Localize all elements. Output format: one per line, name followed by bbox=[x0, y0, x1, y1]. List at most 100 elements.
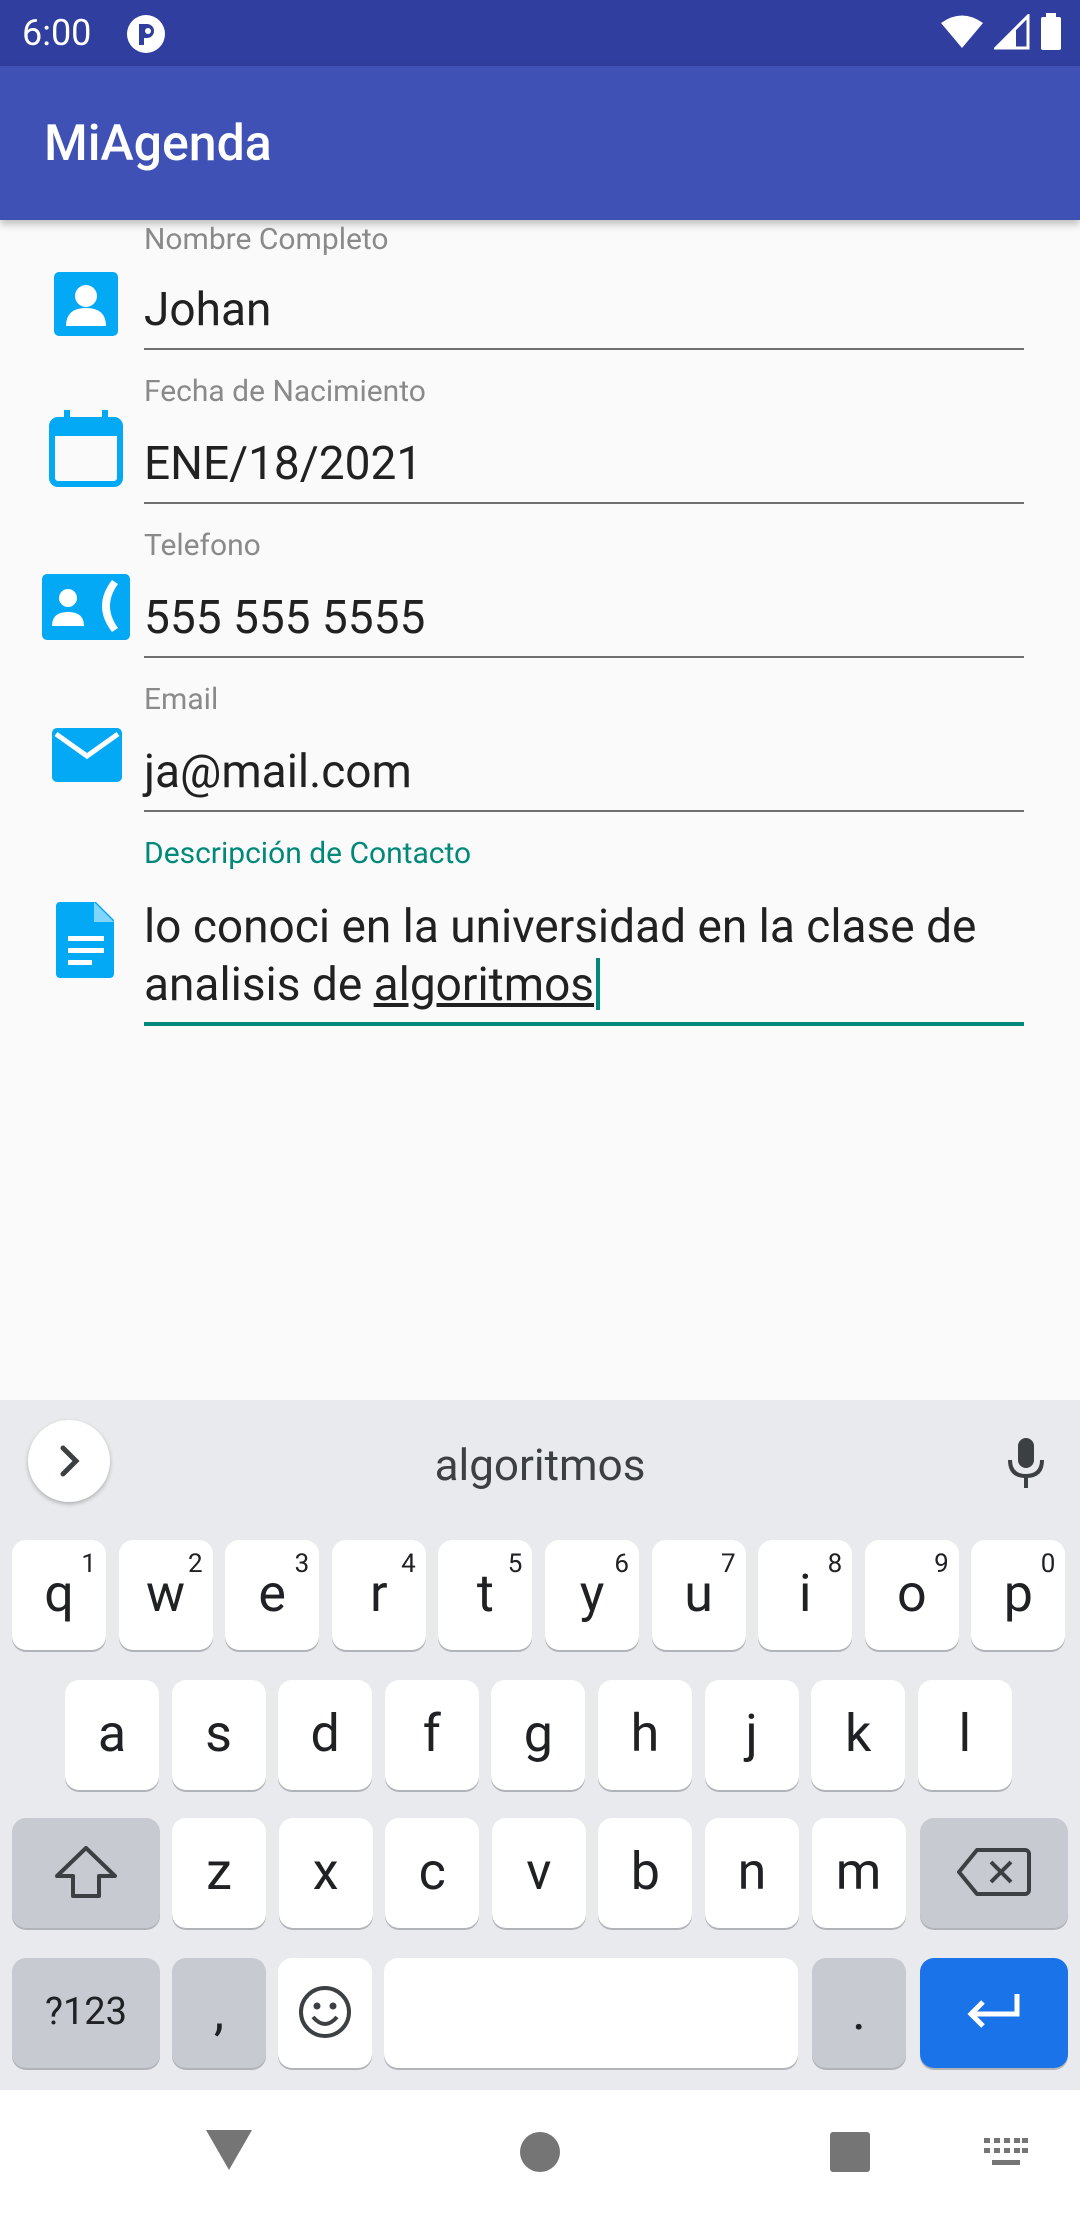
key-label: i bbox=[798, 1563, 812, 1624]
key-d[interactable]: d bbox=[278, 1680, 373, 1790]
input-underline bbox=[144, 348, 1024, 350]
input-underline-active bbox=[144, 1022, 1024, 1026]
suggestion-word[interactable]: algoritmos bbox=[0, 1440, 1080, 1490]
key-number-hint: 3 bbox=[294, 1549, 310, 1579]
app-bar: MiAgenda bbox=[0, 66, 1080, 220]
key-y[interactable]: y6 bbox=[545, 1540, 639, 1650]
symbols-key[interactable]: ?123 bbox=[12, 1958, 160, 2068]
contact-phone-icon bbox=[40, 570, 132, 654]
field-label-telefono: Telefono bbox=[144, 528, 261, 563]
notification-app-icon bbox=[126, 14, 166, 54]
emoji-smiley-icon bbox=[299, 1986, 351, 2038]
input-nombre[interactable]: Johan bbox=[144, 282, 271, 338]
recents-square-icon[interactable] bbox=[828, 2130, 872, 2178]
key-p[interactable]: p0 bbox=[971, 1540, 1066, 1650]
key-b[interactable]: b bbox=[598, 1818, 693, 1928]
key-u[interactable]: u7 bbox=[651, 1540, 746, 1650]
key-f[interactable]: f bbox=[384, 1680, 479, 1790]
enter-key[interactable] bbox=[920, 1958, 1068, 2068]
key-w[interactable]: w2 bbox=[118, 1540, 213, 1650]
key-label: o bbox=[896, 1563, 927, 1624]
key-number-hint: 0 bbox=[1040, 1549, 1056, 1579]
field-descripcion[interactable]: Descripción de Contacto lo conoci en la … bbox=[0, 836, 1080, 1026]
input-email[interactable]: ja@mail.com bbox=[144, 744, 412, 800]
key-label: v bbox=[526, 1841, 552, 1902]
key-z[interactable]: z bbox=[172, 1818, 266, 1928]
key-a[interactable]: a bbox=[65, 1680, 159, 1790]
app-title: MiAgenda bbox=[44, 115, 272, 173]
key-r[interactable]: r4 bbox=[331, 1540, 426, 1650]
keyboard-switch-icon[interactable] bbox=[984, 2138, 1028, 2172]
key-label: x bbox=[312, 1841, 339, 1902]
key-k[interactable]: k bbox=[811, 1680, 906, 1790]
field-label-nombre: Nombre Completo bbox=[144, 222, 389, 257]
key-label: q bbox=[44, 1563, 74, 1624]
key-label: j bbox=[745, 1703, 758, 1764]
key-s[interactable]: s bbox=[171, 1680, 266, 1790]
key-l[interactable]: l bbox=[917, 1680, 1012, 1790]
key-label: d bbox=[310, 1703, 340, 1764]
key-number-hint: 5 bbox=[507, 1549, 523, 1579]
key-number-hint: 1 bbox=[81, 1549, 96, 1579]
key-number-hint: 8 bbox=[827, 1549, 843, 1579]
key-label: w bbox=[146, 1563, 186, 1624]
key-m[interactable]: m bbox=[811, 1818, 906, 1928]
field-email[interactable]: Email ja@mail.com bbox=[0, 682, 1080, 812]
key-label: n bbox=[737, 1841, 767, 1902]
shift-key[interactable] bbox=[12, 1818, 160, 1928]
key-number-hint: 7 bbox=[720, 1549, 736, 1579]
key-number-hint: 6 bbox=[614, 1549, 629, 1579]
input-underline bbox=[144, 502, 1024, 504]
key-label: u bbox=[684, 1563, 713, 1624]
key-label: c bbox=[418, 1841, 446, 1902]
space-key[interactable] bbox=[384, 1958, 798, 2068]
key-number-hint: 4 bbox=[401, 1549, 416, 1579]
emoji-key[interactable] bbox=[278, 1958, 372, 2068]
input-underline bbox=[144, 810, 1024, 812]
key-c[interactable]: c bbox=[385, 1818, 480, 1928]
description-icon bbox=[44, 898, 128, 982]
status-time: 6:00 bbox=[22, 12, 92, 54]
field-fecha[interactable]: Fecha de Nacimiento ENE/18/2021 bbox=[0, 374, 1080, 504]
input-telefono[interactable]: 555 555 5555 bbox=[144, 590, 425, 646]
signal-icon bbox=[992, 12, 1030, 54]
key-label: a bbox=[97, 1703, 127, 1764]
key-n[interactable]: n bbox=[705, 1818, 799, 1928]
field-telefono[interactable]: Telefono 555 555 5555 bbox=[0, 528, 1080, 658]
input-fecha[interactable]: ENE/18/2021 bbox=[144, 436, 422, 492]
input-descripcion[interactable]: lo conoci en la universidad en la clase … bbox=[144, 898, 1004, 1014]
backspace-key[interactable] bbox=[920, 1818, 1068, 1928]
back-triangle-icon[interactable] bbox=[204, 2126, 254, 2176]
comma-key[interactable]: , bbox=[172, 1958, 266, 2068]
key-v[interactable]: v bbox=[491, 1818, 586, 1928]
key-e[interactable]: e3 bbox=[225, 1540, 320, 1650]
key-label: p bbox=[1003, 1563, 1033, 1624]
calendar-icon bbox=[44, 406, 128, 490]
field-label-descripcion: Descripción de Contacto bbox=[144, 836, 472, 871]
key-q[interactable]: q1 bbox=[12, 1540, 106, 1650]
system-navigation-bar bbox=[0, 2090, 1080, 2220]
key-x[interactable]: x bbox=[278, 1818, 373, 1928]
email-icon bbox=[44, 716, 128, 800]
field-nombre[interactable]: Nombre Completo Johan bbox=[0, 220, 1080, 350]
text-cursor bbox=[596, 958, 601, 1010]
microphone-icon[interactable] bbox=[996, 1432, 1056, 1492]
wifi-icon bbox=[940, 14, 984, 54]
key-label: r bbox=[369, 1563, 388, 1624]
status-bar: 6:00 bbox=[0, 0, 1080, 66]
key-j[interactable]: j bbox=[704, 1680, 799, 1790]
key-label: k bbox=[845, 1703, 872, 1764]
field-label-fecha: Fecha de Nacimiento bbox=[144, 374, 426, 409]
key-h[interactable]: h bbox=[598, 1680, 692, 1790]
key-g[interactable]: g bbox=[491, 1680, 586, 1790]
key-number-hint: 2 bbox=[187, 1549, 203, 1579]
key-label: b bbox=[630, 1841, 660, 1902]
key-t[interactable]: t5 bbox=[438, 1540, 533, 1650]
key-i[interactable]: i8 bbox=[758, 1540, 853, 1650]
period-key[interactable]: . bbox=[812, 1958, 906, 2068]
key-o[interactable]: o9 bbox=[864, 1540, 959, 1650]
key-label: e bbox=[258, 1563, 286, 1624]
shift-arrow-icon bbox=[55, 1846, 117, 1898]
key-label: z bbox=[206, 1841, 232, 1902]
home-circle-icon[interactable] bbox=[518, 2130, 562, 2178]
